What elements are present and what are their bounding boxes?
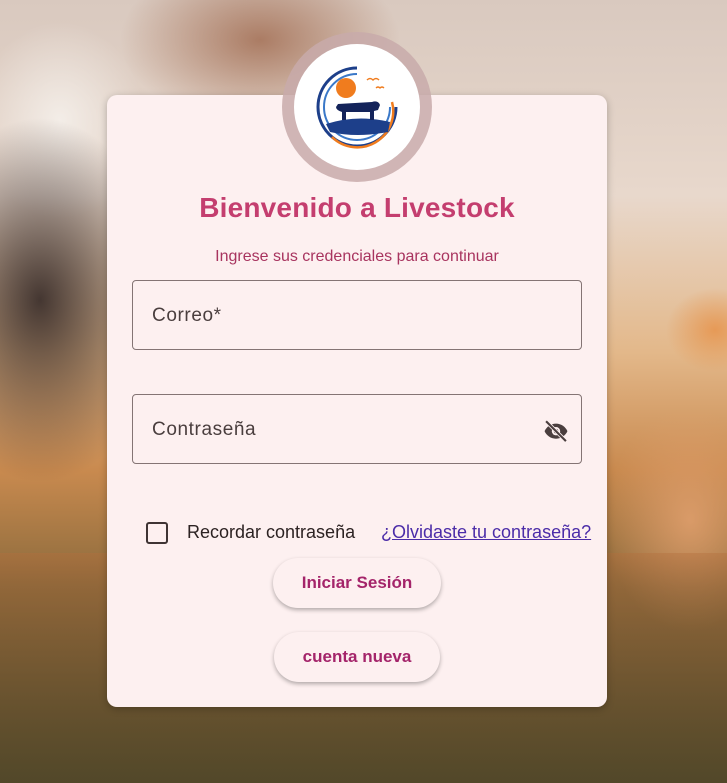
bull-logo-icon	[316, 66, 398, 149]
password-field-label: Contraseña	[152, 419, 257, 440]
page-subtitle: Ingrese sus credenciales para continuar	[215, 248, 499, 265]
forgot-password-link[interactable]: ¿Olvidaste tu contraseña?	[381, 522, 591, 543]
eye-off-icon[interactable]	[541, 416, 571, 444]
logo-ring	[282, 32, 432, 182]
logo	[294, 44, 420, 170]
page-title: Bienvenido a Livestock	[199, 192, 515, 223]
login-button[interactable]: Iniciar Sesión	[273, 558, 441, 608]
remember-checkbox[interactable]	[146, 522, 168, 544]
email-field-label: Correo*	[152, 305, 222, 326]
register-button[interactable]: cuenta nueva	[274, 632, 440, 682]
password-field[interactable]: Contraseña	[132, 394, 582, 464]
email-field[interactable]: Correo*	[132, 280, 582, 350]
remember-label: Recordar contraseña	[187, 522, 356, 542]
